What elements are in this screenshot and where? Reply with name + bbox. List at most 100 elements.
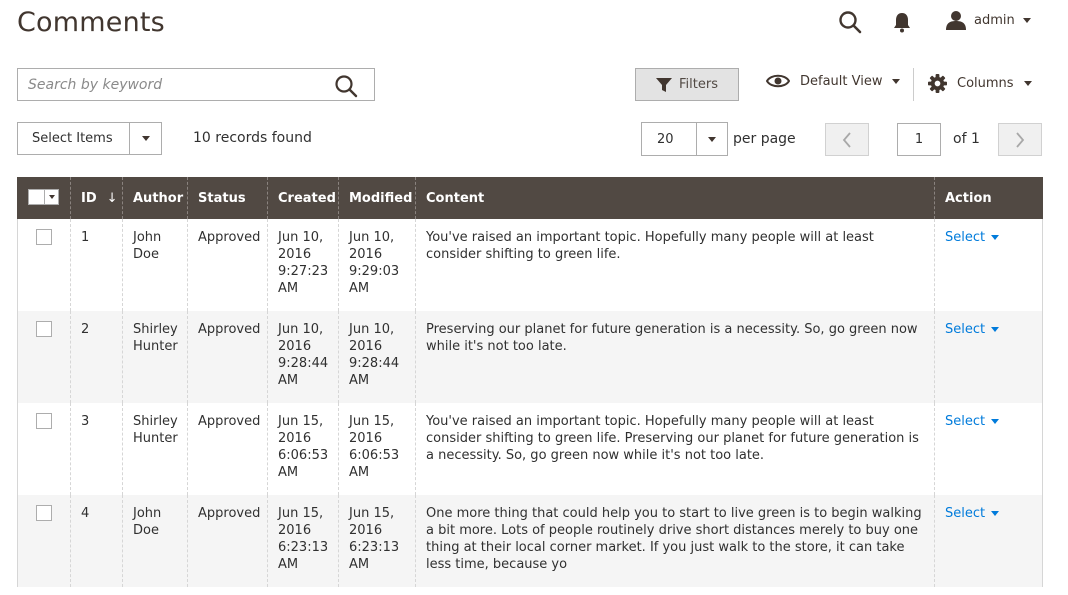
cell-author: John Doe bbox=[122, 219, 188, 311]
cell-modified: Jun 10, 2016 9:28:44 AM bbox=[338, 311, 416, 403]
dropdown-toggle[interactable] bbox=[129, 123, 161, 154]
action-label: Select bbox=[945, 230, 986, 245]
cell-status: Approved bbox=[187, 311, 268, 403]
view-selector[interactable]: Default View bbox=[766, 73, 901, 89]
column-label: Modified bbox=[349, 190, 413, 206]
chevron-down-icon bbox=[991, 511, 1000, 516]
chevron-down-icon bbox=[991, 419, 1000, 424]
cell-id: 2 bbox=[70, 311, 123, 403]
column-header-modified[interactable]: Modified bbox=[338, 177, 416, 219]
search-icon[interactable] bbox=[838, 10, 862, 34]
table-row: 2 Shirley Hunter Approved Jun 10, 2016 9… bbox=[17, 311, 1043, 403]
cell-author: John Doe bbox=[122, 495, 188, 587]
cell-status: Approved bbox=[187, 495, 268, 587]
user-name: admin bbox=[974, 12, 1015, 28]
cell-content: You've raised an important topic. Hopefu… bbox=[415, 219, 935, 311]
chevron-down-icon bbox=[892, 78, 901, 84]
columns-label: Columns bbox=[957, 76, 1014, 91]
per-page-select[interactable]: 20 bbox=[641, 122, 728, 156]
gear-icon bbox=[928, 74, 947, 93]
cell-id: 3 bbox=[70, 403, 123, 495]
bell-icon[interactable] bbox=[892, 11, 912, 33]
columns-control[interactable]: Columns bbox=[928, 74, 1032, 93]
chevron-down-icon bbox=[991, 235, 1000, 240]
cell-modified: Jun 10, 2016 9:29:03 AM bbox=[338, 219, 416, 311]
cell-modified: Jun 15, 2016 6:06:53 AM bbox=[338, 403, 416, 495]
column-label: Status bbox=[198, 190, 246, 206]
column-header-author[interactable]: Author bbox=[122, 177, 188, 219]
table-row: 3 Shirley Hunter Approved Jun 15, 2016 6… bbox=[17, 403, 1043, 495]
cell-modified: Jun 15, 2016 6:23:13 AM bbox=[338, 495, 416, 587]
user-icon bbox=[946, 11, 966, 30]
column-header-action: Action bbox=[934, 177, 1043, 219]
records-count: 10 records found bbox=[193, 130, 312, 146]
cell-author: Shirley Hunter bbox=[122, 311, 188, 403]
chevron-down-icon bbox=[48, 194, 55, 199]
row-checkbox[interactable] bbox=[36, 413, 52, 429]
search-input[interactable] bbox=[18, 69, 318, 100]
user-menu[interactable]: admin bbox=[946, 9, 1031, 31]
current-page-input[interactable] bbox=[897, 123, 941, 156]
row-action-select[interactable]: Select bbox=[945, 413, 1000, 430]
chevron-down-icon bbox=[1023, 81, 1032, 86]
page-title: Comments bbox=[17, 7, 165, 38]
mass-action-select[interactable]: Select Items bbox=[17, 122, 162, 155]
sort-arrow-icon: ↓ bbox=[106, 190, 118, 206]
grid-header-row: ID ↓ Author Status Created Modified Conte… bbox=[17, 177, 1043, 219]
cell-id: 4 bbox=[70, 495, 123, 587]
cell-created: Jun 10, 2016 9:27:23 AM bbox=[267, 219, 339, 311]
column-label: Action bbox=[945, 190, 992, 206]
row-action-select[interactable]: Select bbox=[945, 505, 1000, 522]
previous-page-button[interactable] bbox=[825, 123, 869, 156]
column-header-content[interactable]: Content bbox=[415, 177, 935, 219]
row-action-select[interactable]: Select bbox=[945, 229, 1000, 246]
row-checkbox[interactable] bbox=[36, 321, 52, 337]
dropdown-toggle[interactable] bbox=[696, 123, 727, 155]
column-header-created[interactable]: Created bbox=[267, 177, 339, 219]
column-label: ID bbox=[81, 190, 97, 206]
chevron-left-icon bbox=[842, 131, 851, 148]
action-label: Select bbox=[945, 322, 986, 337]
row-action-select[interactable]: Select bbox=[945, 321, 1000, 338]
column-header-id[interactable]: ID ↓ bbox=[70, 177, 123, 219]
cell-content: One more thing that could help you to st… bbox=[415, 495, 935, 587]
chevron-down-icon bbox=[141, 136, 150, 141]
cell-id: 1 bbox=[70, 219, 123, 311]
action-label: Select bbox=[945, 506, 986, 521]
table-row: 1 John Doe Approved Jun 10, 2016 9:27:23… bbox=[17, 219, 1043, 311]
cell-content: Preserving our planet for future generat… bbox=[415, 311, 935, 403]
row-checkbox[interactable] bbox=[36, 229, 52, 245]
view-label: Default View bbox=[800, 73, 883, 89]
cell-created: Jun 15, 2016 6:06:53 AM bbox=[267, 403, 339, 495]
filters-label: Filters bbox=[679, 77, 718, 92]
per-page-label: per page bbox=[733, 131, 796, 147]
cell-content: You've raised an important topic. Hopefu… bbox=[415, 403, 935, 495]
eye-icon bbox=[766, 74, 790, 88]
search-icon[interactable] bbox=[334, 74, 358, 98]
mass-action-label: Select Items bbox=[32, 131, 113, 146]
chevron-down-icon bbox=[991, 327, 1000, 332]
chevron-down-icon bbox=[708, 136, 716, 142]
total-pages: of 1 bbox=[953, 131, 980, 147]
chevron-right-icon bbox=[1016, 131, 1025, 148]
table-row: 4 John Doe Approved Jun 15, 2016 6:23:13… bbox=[17, 495, 1043, 587]
filters-button[interactable]: Filters bbox=[635, 68, 739, 101]
keyword-search bbox=[17, 68, 375, 101]
chevron-down-icon bbox=[1022, 17, 1031, 23]
action-label: Select bbox=[945, 414, 986, 429]
column-label: Created bbox=[278, 190, 336, 206]
cell-status: Approved bbox=[187, 403, 268, 495]
per-page-value: 20 bbox=[657, 131, 674, 147]
cell-status: Approved bbox=[187, 219, 268, 311]
column-header-status[interactable]: Status bbox=[187, 177, 268, 219]
column-label: Content bbox=[426, 190, 485, 206]
next-page-button[interactable] bbox=[998, 123, 1042, 156]
comments-grid: ID ↓ Author Status Created Modified Conte… bbox=[17, 177, 1043, 587]
filter-icon bbox=[656, 77, 673, 92]
cell-created: Jun 15, 2016 6:23:13 AM bbox=[267, 495, 339, 587]
cell-created: Jun 10, 2016 9:28:44 AM bbox=[267, 311, 339, 403]
row-checkbox[interactable] bbox=[36, 505, 52, 521]
cell-author: Shirley Hunter bbox=[122, 403, 188, 495]
mass-select-checkbox[interactable] bbox=[28, 188, 59, 205]
toolbar-divider bbox=[913, 68, 914, 101]
